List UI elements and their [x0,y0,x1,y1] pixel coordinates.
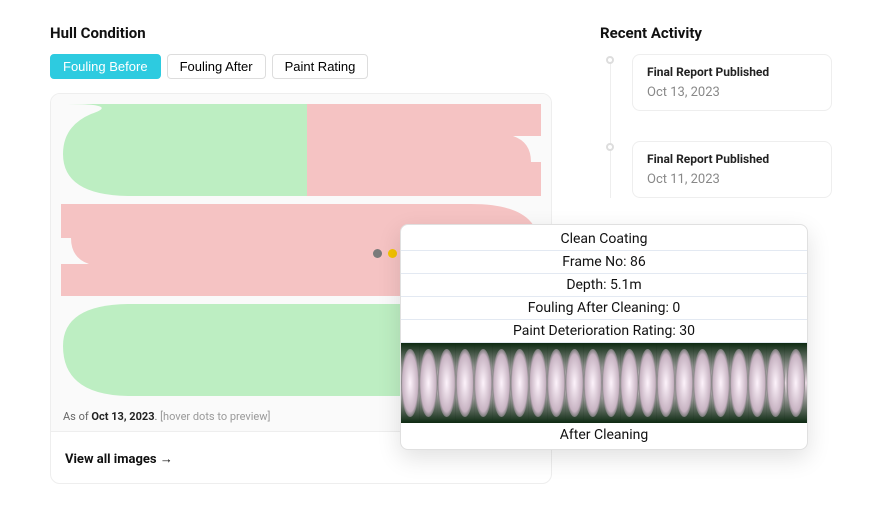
hover-hint: [hover dots to preview] [160,410,270,423]
as-of-prefix: As of [63,410,91,423]
activity-item-date: Oct 11, 2023 [647,172,817,187]
tooltip-frame-value: 86 [630,254,646,270]
tooltip-paint: Paint Deterioration Rating: 30 [401,320,807,343]
tooltip-image [401,343,807,423]
preview-dot[interactable] [373,249,382,258]
activity-item-date: Oct 13, 2023 [647,85,817,100]
tooltip-fouling-value: 0 [672,300,680,316]
preview-dots [373,249,397,258]
timeline-dot [606,143,614,151]
tooltip-fouling: Fouling After Cleaning: 0 [401,297,807,320]
activity-card[interactable]: Final Report Published Oct 11, 2023 [632,141,832,198]
tab-paint-rating[interactable]: Paint Rating [272,54,369,79]
tooltip-depth-value: 5.1m [610,277,642,293]
hull-condition-title: Hull Condition [50,24,552,42]
activity-card[interactable]: Final Report Published Oct 13, 2023 [632,54,832,111]
activity-item: Final Report Published Oct 11, 2023 [600,141,832,198]
activity-item: Final Report Published Oct 13, 2023 [600,54,832,111]
tooltip-paint-value: 30 [679,323,695,339]
tab-fouling-after[interactable]: Fouling After [167,54,266,79]
tooltip-depth: Depth: 5.1m [401,274,807,297]
preview-dot-active[interactable] [388,249,397,258]
tooltip-caption: After Cleaning [401,423,807,449]
timeline-dot [606,56,614,64]
recent-activity-title: Recent Activity [600,24,832,42]
tab-fouling-before[interactable]: Fouling Before [50,54,161,79]
hull-profile-top [61,104,541,196]
tooltip-frame: Frame No: 86 [401,251,807,274]
hull-tooltip: Clean Coating Frame No: 86 Depth: 5.1m F… [400,224,808,450]
tooltip-frame-label: Frame No: [562,254,630,270]
view-all-images-link[interactable]: View all images → [65,452,173,467]
activity-list: Final Report Published Oct 13, 2023 Fina… [600,54,832,198]
tooltip-fouling-label: Fouling After Cleaning: [528,300,673,316]
hull-tabs: Fouling Before Fouling After Paint Ratin… [50,54,552,79]
tooltip-paint-label: Paint Deterioration Rating: [513,323,679,339]
tooltip-depth-label: Depth: [566,277,610,293]
tooltip-title: Clean Coating [401,225,807,251]
activity-item-title: Final Report Published [647,65,817,79]
activity-item-title: Final Report Published [647,152,817,166]
as-of-date: Oct 13, 2023 [91,410,154,423]
